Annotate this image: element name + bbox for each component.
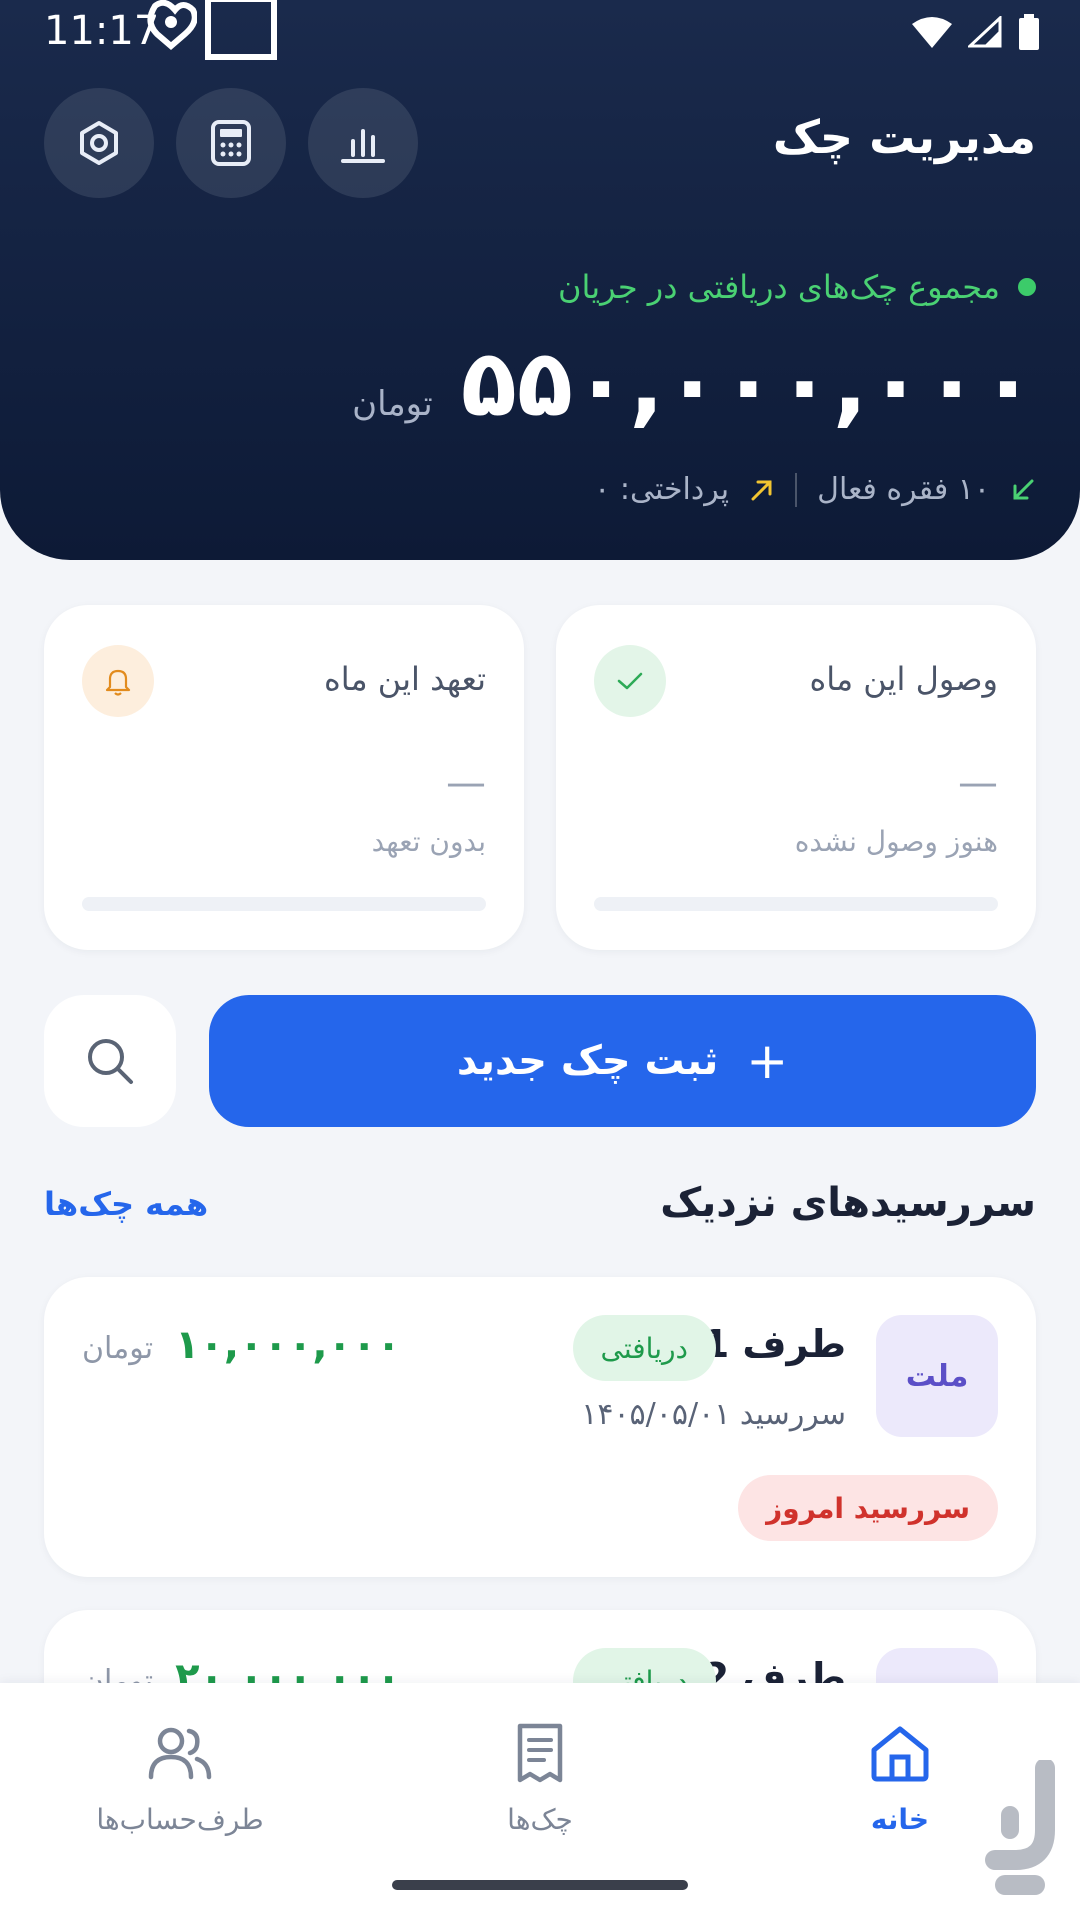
search-icon (88, 1039, 133, 1084)
arrow-up-right-icon (751, 480, 772, 500)
calculator-button[interactable] (176, 88, 286, 198)
total-label: مجموع چک‌های دریافتی در جریان (558, 268, 1036, 306)
bank-badge: ملت (876, 1315, 998, 1437)
card-subtext: بدون تعهد (371, 825, 486, 858)
search-button[interactable] (44, 995, 176, 1127)
total-amount-row: ۵۵۰,۰۰۰,۰۰۰ تومان (352, 330, 1036, 437)
nav-label: چک‌ها (507, 1803, 573, 1836)
status-dot-icon (1018, 278, 1036, 296)
arrow-down-left-icon (1013, 479, 1034, 499)
status-time: 11:17 (44, 8, 160, 54)
store-watermark-logo (985, 1760, 1055, 1895)
progress-bar (594, 897, 998, 911)
check-icon (594, 645, 666, 717)
card-title: تعهد این ماه (323, 660, 486, 698)
page-title: مدیریت چک (772, 110, 1036, 164)
commitment-this-month-card[interactable]: تعهد این ماه — بدون تعهد (44, 605, 524, 950)
battery-icon (1019, 14, 1039, 50)
divider (795, 472, 798, 507)
nav-item-checks[interactable]: چک‌ها (420, 1713, 660, 1836)
total-label-text: مجموع چک‌های دریافتی در جریان (558, 268, 1000, 306)
settings-button[interactable] (44, 88, 154, 198)
due-date: سررسید ۱۴۰۵/۰۵/۰۱ (581, 1397, 846, 1432)
type-badge: دریافتی (572, 1315, 716, 1381)
header-panel: 11:17 (0, 0, 1080, 560)
wifi-icon (912, 17, 952, 48)
reports-button[interactable] (308, 88, 418, 198)
nav-item-accounts[interactable]: طرف‌حساب‌ها (60, 1713, 300, 1836)
check-card[interactable]: ملت طرف 1 دریافتی سررسید ۱۴۰۵/۰۵/۰۱ ۱۰,۰… (44, 1277, 1036, 1577)
calculator-icon (211, 120, 251, 166)
card-value: — (446, 760, 486, 806)
all-checks-link[interactable]: همه چک‌ها (44, 1185, 208, 1223)
party-name: طرف 1 (702, 1322, 846, 1366)
nav-label: طرف‌حساب‌ها (96, 1803, 264, 1836)
received-this-month-card[interactable]: وصول این ماه — هنوز وصول نشده (556, 605, 1036, 950)
total-unit: تومان (352, 384, 433, 424)
status-bar: 11:17 (0, 0, 1080, 70)
due-today-badge: سررسید امروز (738, 1475, 998, 1541)
total-amount: ۵۵۰,۰۰۰,۰۰۰ (460, 330, 1036, 437)
receipt-icon (517, 1723, 563, 1783)
bar-chart-icon (341, 129, 385, 163)
home-indicator[interactable] (392, 1880, 688, 1890)
notification-box-icon (205, 0, 277, 60)
section-title: سررسیدهای نزدیک (660, 1180, 1036, 1226)
app-notification-icon (147, 0, 197, 50)
new-check-label: ثبت چک جدید (456, 1038, 719, 1084)
amount-value: ۱۰,۰۰۰,۰۰۰ (175, 1322, 401, 1368)
card-subtext: هنوز وصول نشده (794, 825, 998, 858)
card-title: وصول این ماه (809, 660, 998, 698)
users-icon (148, 1727, 212, 1780)
new-check-button[interactable]: + ثبت چک جدید (209, 995, 1036, 1127)
amount: ۱۰,۰۰۰,۰۰۰ تومان (82, 1322, 401, 1368)
signal-icon (968, 16, 1002, 48)
home-icon (871, 1726, 929, 1782)
progress-bar (82, 897, 486, 911)
gear-icon (80, 121, 118, 165)
stats-row: ۱۰ فقره فعال پرداختی: ۰ (594, 472, 1036, 507)
bell-icon (82, 645, 154, 717)
paid-count: پرداختی: ۰ (594, 472, 730, 507)
active-count: ۱۰ فقره فعال (817, 472, 990, 507)
status-indicators (912, 14, 1040, 50)
plus-icon: + (746, 1032, 789, 1090)
card-value: — (958, 760, 998, 806)
amount-unit: تومان (82, 1331, 154, 1366)
